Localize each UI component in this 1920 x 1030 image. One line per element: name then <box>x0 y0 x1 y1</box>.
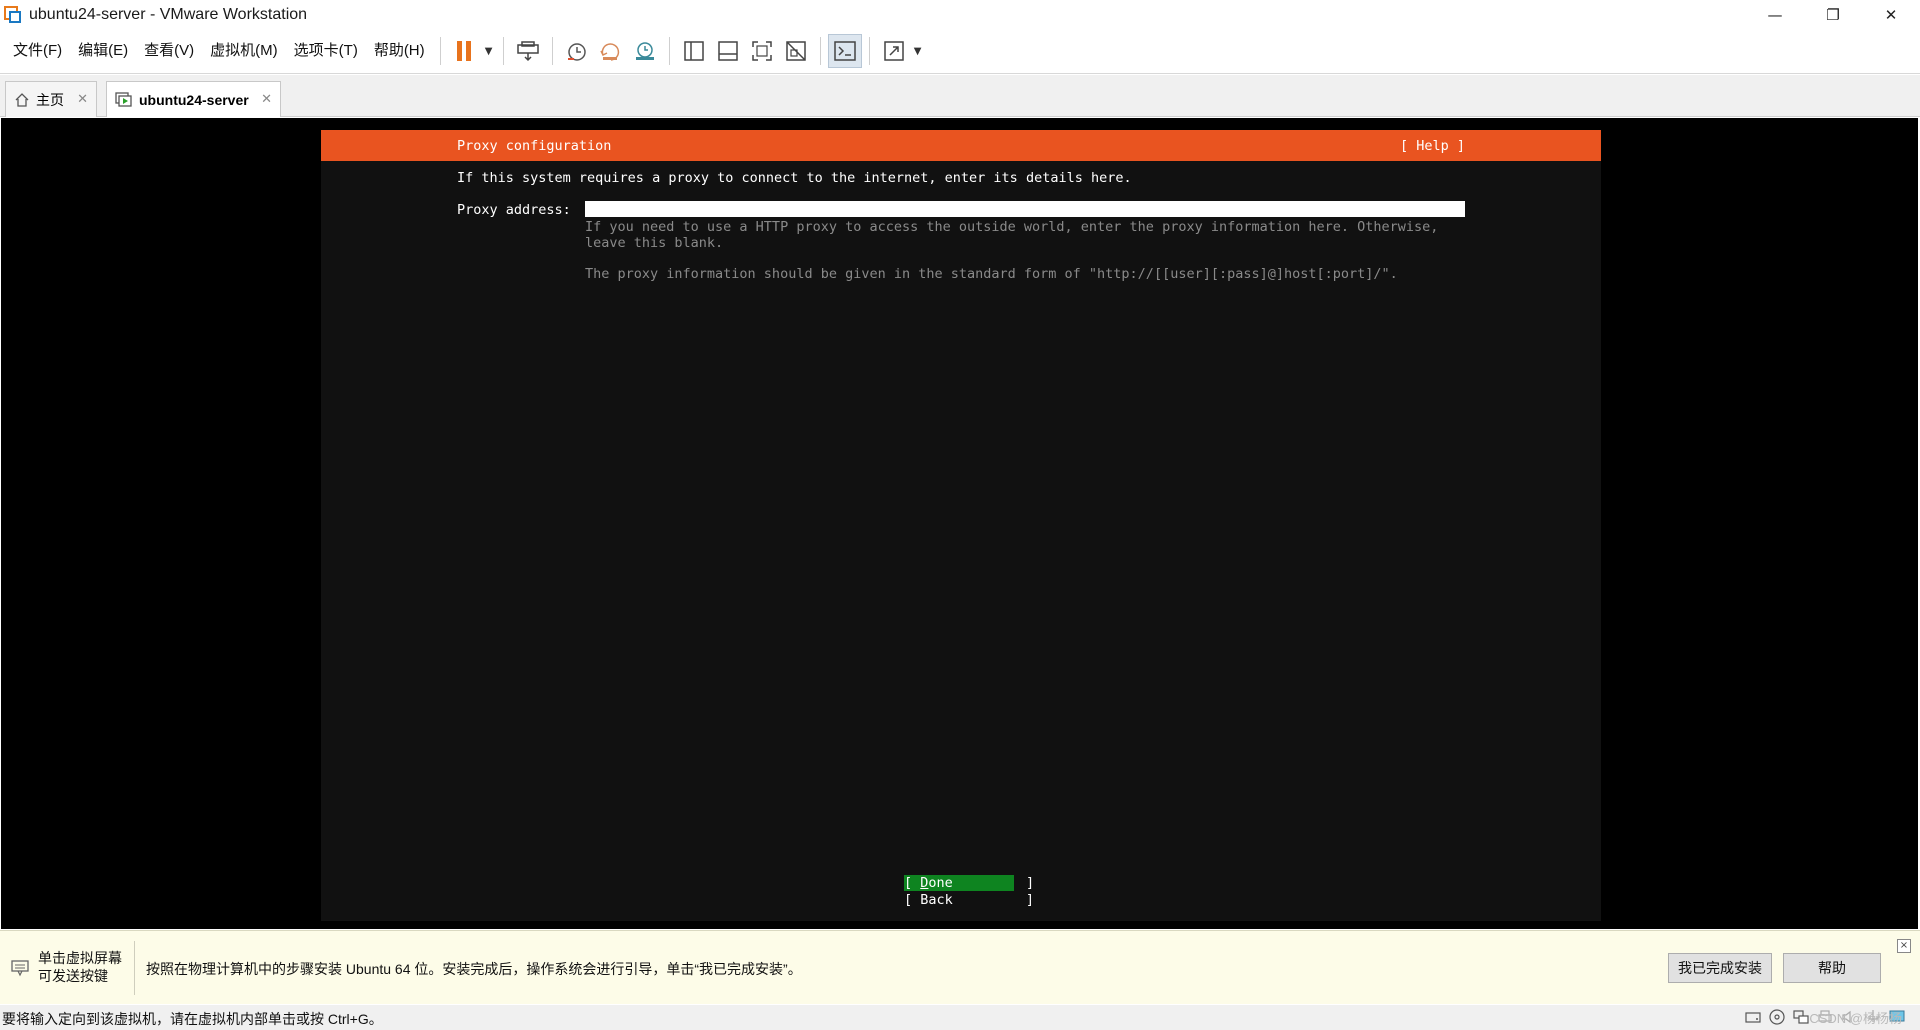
snapshot-icon[interactable] <box>560 34 594 68</box>
tab-ubuntu24-server[interactable]: ubuntu24-server ✕ <box>106 81 281 117</box>
stretch-dropdown-icon[interactable]: ▼ <box>911 34 925 68</box>
hint-divider <box>134 941 135 995</box>
keyboard-hint-icon <box>11 960 29 977</box>
snapshot-manager-icon[interactable] <box>628 34 662 68</box>
tab-home[interactable]: 主页 ✕ <box>5 81 97 117</box>
done-button[interactable]: [ Done ] <box>904 875 1034 891</box>
home-icon <box>15 92 29 107</box>
title-bar: ubuntu24-server - VMware Workstation — ❐… <box>0 0 1920 29</box>
hint-line-2: 可发送按键 <box>38 968 108 984</box>
cdrom-icon[interactable] <box>1768 1008 1786 1026</box>
menu-vm[interactable]: 虚拟机(M) <box>202 36 286 66</box>
send-keys-icon[interactable] <box>511 34 545 68</box>
network-icon[interactable] <box>1792 1008 1810 1026</box>
done-close: ] <box>952 875 1035 891</box>
hdd-icon[interactable] <box>1744 1008 1762 1026</box>
revert-snapshot-icon[interactable] <box>594 34 628 68</box>
proxy-format-text: The proxy information should be given in… <box>585 266 1398 282</box>
menu-toolbar: 文件(F) 编辑(E) 查看(V) 虚拟机(M) 选项卡(T) 帮助(H) ▼ … <box>0 29 1920 74</box>
close-tab-icon[interactable]: ✕ <box>261 92 272 107</box>
vm-running-icon <box>115 91 132 107</box>
stretch-icon[interactable] <box>877 34 911 68</box>
page-title: Proxy configuration <box>457 138 612 154</box>
done-open: [ <box>904 875 921 891</box>
help-button[interactable]: [ Help ] <box>1400 138 1465 154</box>
unity-icon[interactable] <box>779 34 813 68</box>
finished-install-button[interactable]: 我已完成安装 <box>1668 953 1772 983</box>
ubuntu-installer: Proxy configuration [ Help ] If this sys… <box>321 130 1601 921</box>
hint-line-1: 单击虚拟屏幕 <box>38 950 122 966</box>
intro-text: If this system requires a proxy to conne… <box>457 170 1132 186</box>
menu-edit[interactable]: 编辑(E) <box>70 36 136 66</box>
proxy-address-input[interactable] <box>585 201 1465 217</box>
toolbar-separator <box>668 37 670 65</box>
tab-label: 主页 <box>36 91 64 108</box>
fullscreen-icon[interactable] <box>745 34 779 68</box>
status-bar: 要将输入定向到该虚拟机，请在虚拟机内部单击或按 Ctrl+G。 CSDN @杨杨… <box>0 1005 1920 1030</box>
window-controls: — ❐ ✕ <box>1746 0 1920 29</box>
toolbar-separator <box>439 37 441 65</box>
install-hint-message: 按照在物理计算机中的步骤安装 Ubuntu 64 位。安装完成后，操作系统会进行… <box>146 961 802 977</box>
toolbar-separator <box>502 37 504 65</box>
installer-header: Proxy configuration [ Help ] <box>321 130 1601 161</box>
thumbnail-bar-icon[interactable] <box>711 34 745 68</box>
hint-close-icon[interactable]: × <box>1897 939 1911 953</box>
power-dropdown-icon[interactable]: ▼ <box>482 34 496 68</box>
window-title: ubuntu24-server - VMware Workstation <box>29 5 308 23</box>
pause-icon[interactable] <box>448 34 482 68</box>
proxy-address-label: Proxy address: <box>457 202 571 218</box>
install-hint-bar: 单击虚拟屏幕 可发送按键 按照在物理计算机中的步骤安装 Ubuntu 64 位。… <box>0 930 1920 1004</box>
toolbar-separator <box>868 37 870 65</box>
tab-label: ubuntu24-server <box>139 91 249 108</box>
menu-file[interactable]: 文件(F) <box>5 36 70 66</box>
toolbar-separator <box>551 37 553 65</box>
hint-help-button[interactable]: 帮助 <box>1783 953 1881 983</box>
back-button[interactable]: [ Back ] <box>904 892 1034 908</box>
proxy-help-text: If you need to use a HTTP proxy to acces… <box>585 219 1439 251</box>
maximize-button[interactable]: ❐ <box>1804 0 1862 29</box>
minimize-button[interactable]: — <box>1746 0 1804 29</box>
sidebar-icon[interactable] <box>677 34 711 68</box>
status-text: 要将输入定向到该虚拟机，请在虚拟机内部单击或按 Ctrl+G。 <box>2 1011 383 1027</box>
close-tab-icon[interactable]: ✕ <box>77 92 88 107</box>
watermark: CSDN @杨杨杨 <box>1809 1011 1902 1026</box>
menu-view[interactable]: 查看(V) <box>136 36 202 66</box>
close-button[interactable]: ✕ <box>1862 0 1920 29</box>
done-rest: one <box>928 875 953 891</box>
tab-strip: 主页 ✕ ubuntu24-server ✕ <box>0 75 1920 117</box>
menu-help[interactable]: 帮助(H) <box>366 36 433 66</box>
click-screen-hint: 单击虚拟屏幕 可发送按键 <box>38 949 122 985</box>
vmware-logo-icon <box>3 5 23 25</box>
toolbar-separator <box>819 37 821 65</box>
menu-tabs[interactable]: 选项卡(T) <box>286 36 366 66</box>
vm-screen[interactable]: Proxy configuration [ Help ] If this sys… <box>1 118 1918 929</box>
console-icon[interactable] <box>827 34 862 68</box>
